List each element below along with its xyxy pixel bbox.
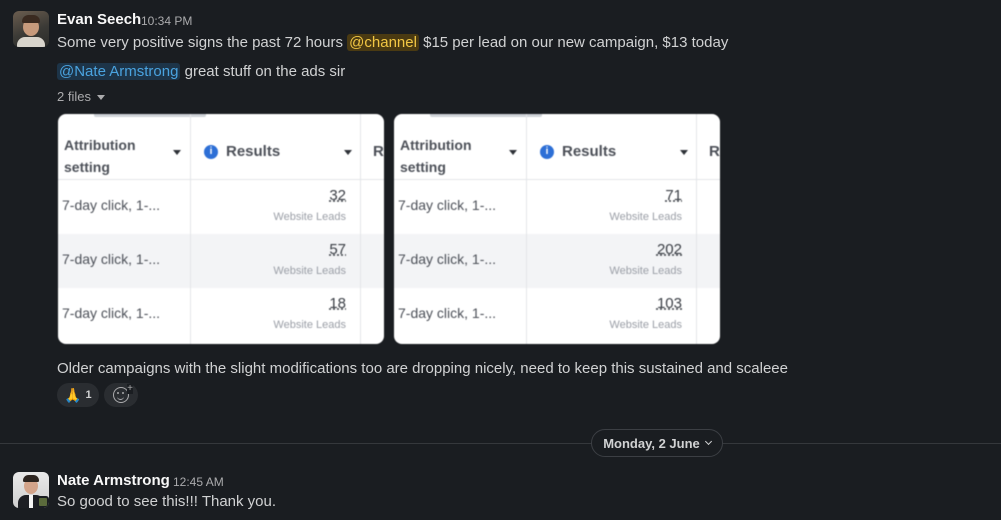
cell-label: Website Leads (273, 319, 346, 331)
avatar[interactable] (13, 472, 49, 508)
cell-setting: 7-day click, 1-... (62, 251, 161, 267)
status-badge (37, 496, 49, 508)
message-text: @Nate Armstrong great stuff on the ads s… (57, 63, 345, 80)
table-row: 7-day click, 1-... 32 Website Leads (58, 180, 384, 234)
sort-caret-icon (344, 150, 352, 155)
image-attachment[interactable]: Attribution setting i Results R 7-day cl… (58, 114, 384, 344)
cell-value: 71 (665, 187, 682, 204)
cell-setting: 7-day click, 1-... (398, 197, 497, 213)
cell-value: 103 (656, 295, 682, 312)
timestamp[interactable]: 10:34 PM (141, 14, 192, 28)
timestamp[interactable]: 12:45 AM (173, 475, 224, 489)
column-header: R (373, 143, 384, 160)
cell-label: Website Leads (609, 265, 682, 277)
table-row: 7-day click, 1-... 71 Website Leads (394, 180, 720, 234)
chevron-down-icon (704, 437, 712, 446)
channel-mention[interactable]: @channel (347, 34, 419, 51)
info-icon: i (204, 145, 218, 159)
cell-setting: 7-day click, 1-... (62, 305, 161, 321)
cell-value: 202 (656, 241, 682, 258)
files-label: 2 files (57, 89, 91, 104)
cell-label: Website Leads (609, 319, 682, 331)
message-text: Some very positive signs the past 72 hou… (57, 34, 728, 51)
caret-down-icon (96, 95, 105, 101)
column-header: Attribution setting (400, 137, 472, 175)
sort-caret-icon (173, 150, 181, 155)
column-header: R (709, 143, 720, 160)
folded-hands-icon: 🙏 (64, 386, 82, 403)
reaction-pill[interactable]: 🙏 1 (57, 383, 99, 407)
cell-setting: 7-day click, 1-... (62, 197, 161, 213)
add-reaction-button[interactable]: + (104, 383, 138, 407)
column-header: Attribution setting (64, 137, 136, 175)
text-segment: great stuff on the ads sir (180, 63, 346, 80)
info-icon: i (540, 145, 554, 159)
column-header: Results (562, 143, 617, 160)
avatar[interactable] (13, 11, 49, 47)
cell-value: 18 (329, 295, 346, 312)
cell-setting: 7-day click, 1-... (398, 305, 497, 321)
message-text: So good to see this!!! Thank you. (57, 493, 277, 510)
author-name[interactable]: Evan Seech (57, 11, 141, 28)
image-attachment[interactable]: Attribution setting i Results R 7-day cl… (394, 114, 720, 344)
date-divider-button[interactable]: Monday, 2 June (591, 429, 723, 457)
column-header: Results (226, 143, 281, 160)
table-row: 7-day click, 1-... 103 Website Leads (394, 288, 720, 342)
reaction-count: 1 (85, 389, 92, 401)
date-divider-line (0, 443, 1001, 444)
table-row: 7-day click, 1-... 57 Website Leads (58, 234, 384, 288)
message-text: Older campaigns with the slight modifica… (57, 360, 788, 377)
add-reaction-icon: + (113, 384, 133, 403)
files-toggle[interactable]: 2 files (57, 89, 105, 104)
sort-caret-icon (509, 150, 517, 155)
table-row: 7-day click, 1-... 18 Website Leads (58, 288, 384, 342)
cell-label: Website Leads (273, 211, 346, 223)
text-segment: Some very positive signs the past 72 hou… (57, 34, 348, 51)
author-name[interactable]: Nate Armstrong (57, 472, 170, 489)
cell-value: 57 (329, 241, 346, 258)
user-mention[interactable]: @Nate Armstrong (57, 63, 181, 80)
sort-caret-icon (680, 150, 688, 155)
date-label: Monday, 2 June (603, 435, 700, 451)
cell-value: 32 (329, 187, 346, 204)
text-segment: $15 per lead on our new campaign, $13 to… (418, 34, 729, 51)
cell-setting: 7-day click, 1-... (398, 251, 497, 267)
cell-label: Website Leads (609, 211, 682, 223)
table-row: 7-day click, 1-... 202 Website Leads (394, 234, 720, 288)
cell-label: Website Leads (273, 265, 346, 277)
